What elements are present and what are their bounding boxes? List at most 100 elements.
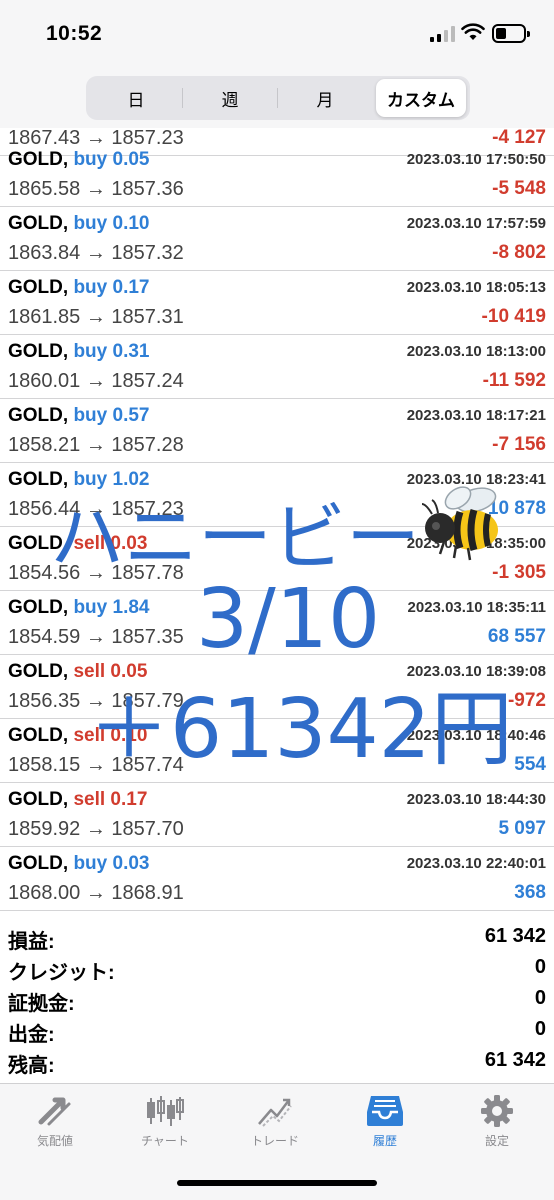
tab-history[interactable]: 履歴	[330, 1090, 440, 1160]
summary-deposit-row: 証拠金: 0	[0, 983, 554, 1015]
signal-icon	[430, 26, 456, 42]
trade-prices: 1856.44 → 1857.23	[8, 498, 184, 520]
trade-time: 2023.03.10 18:23:41	[406, 471, 546, 488]
trade-time: 2023.03.10 18:17:21	[406, 407, 546, 424]
trade-symbol: GOLD, buy 0.31	[8, 341, 150, 363]
trade-line-icon	[258, 1098, 292, 1127]
trade-prices: 1865.58 → 1857.36	[8, 178, 184, 200]
account-summary: 損益: 61 342 クレジット: 0 証拠金: 0 出金: 0 残高: 61 …	[0, 913, 554, 1083]
wifi-icon	[461, 23, 485, 40]
trade-side-volume: buy 1.02	[73, 469, 150, 490]
trade-symbol: GOLD, sell 0.05	[8, 661, 147, 683]
table-row[interactable]: GOLD, sell 0.17 2023.03.10 18:44:30 1859.9…	[0, 783, 554, 847]
trade-symbol-name: GOLD,	[8, 789, 69, 810]
trade-symbol: GOLD, sell 0.10	[8, 725, 147, 747]
trade-symbol: GOLD, buy 0.17	[8, 277, 150, 299]
trade-prices: 1856.35 → 1857.79	[8, 690, 184, 712]
trade-side-volume: buy 0.17	[73, 277, 150, 298]
summary-label: 残高:	[8, 1055, 55, 1077]
table-row[interactable]: GOLD, buy 1.84 2023.03.10 18:35:11 1854.59…	[0, 591, 554, 655]
tab-label: 履歴	[372, 1134, 397, 1148]
trade-history-list: 1867.43 → 1857.23 -4 127 GOLD, buy 0.05 2…	[0, 128, 554, 913]
trade-side-volume: buy 1.84	[73, 597, 150, 618]
trade-profit: 554	[514, 754, 546, 775]
trade-prices: 1861.85 → 1857.31	[8, 306, 184, 328]
gear-icon	[481, 1095, 513, 1127]
status-time: 10:52	[46, 22, 103, 45]
candlestick-icon	[147, 1096, 184, 1126]
table-row[interactable]: GOLD, sell 0.03 2023.03.10 18:35:00 1854.5…	[0, 527, 554, 591]
trade-symbol: GOLD, sell 0.17	[8, 789, 147, 811]
summary-value: 0	[534, 987, 546, 1009]
trade-side-volume: sell 0.03	[73, 533, 148, 554]
trade-profit: 10 878	[487, 498, 546, 519]
tab-trade[interactable]: トレード	[220, 1090, 330, 1160]
trade-time: 2023.03.10 18:35:11	[407, 599, 546, 616]
trade-profit: 5 097	[498, 818, 546, 839]
trade-symbol-name: GOLD,	[8, 533, 69, 554]
trade-time: 2023.03.10 18:35:00	[406, 535, 546, 552]
trade-symbol: GOLD, buy 0.05	[8, 149, 150, 171]
trade-symbol-name: GOLD,	[8, 405, 69, 426]
tab-label: チャート	[141, 1134, 189, 1148]
trade-time: 2023.03.10 18:40:46	[406, 727, 546, 744]
table-row[interactable]: GOLD, buy 0.05 2023.03.10 17:50:50 1865.58…	[0, 143, 554, 207]
trade-time: 2023.03.10 17:50:50	[406, 151, 546, 168]
table-row[interactable]: GOLD, buy 0.03 2023.03.10 22:40:01 1868.00…	[0, 847, 554, 911]
trade-symbol-name: GOLD,	[8, 149, 69, 170]
trade-symbol: GOLD, buy 0.03	[8, 853, 150, 875]
table-row[interactable]: GOLD, buy 1.02 2023.03.10 18:23:41 1856.44…	[0, 463, 554, 527]
summary-label: 出金:	[8, 1024, 55, 1046]
summary-label: 損益:	[8, 931, 55, 953]
table-row[interactable]: GOLD, buy 0.10 2023.03.10 17:57:59 1863.84…	[0, 207, 554, 271]
trade-side-volume: buy 0.10	[73, 213, 150, 234]
tab-label: 設定	[484, 1134, 509, 1148]
trade-symbol-name: GOLD,	[8, 661, 69, 682]
trade-symbol: GOLD, buy 1.02	[8, 469, 150, 491]
history-header: 日 週 月 カスタム	[0, 72, 554, 128]
trade-profit: -972	[507, 690, 546, 711]
trade-prices: 1859.92 → 1857.70	[8, 818, 184, 840]
period-tab-month[interactable]: 月	[278, 79, 372, 117]
tab-settings[interactable]: 設定	[442, 1090, 552, 1160]
trade-symbol-name: GOLD,	[8, 725, 69, 746]
home-indicator	[177, 1180, 377, 1186]
trade-symbol-name: GOLD,	[8, 277, 69, 298]
tab-quotes[interactable]: 気配値	[0, 1090, 110, 1160]
tab-chart[interactable]: チャート	[110, 1090, 220, 1160]
period-tab-week[interactable]: 週	[183, 79, 277, 117]
summary-label: 証拠金:	[8, 993, 75, 1015]
period-tab-custom[interactable]: カスタム	[376, 79, 466, 117]
trade-time: 2023.03.10 17:57:59	[406, 215, 546, 232]
trade-symbol: GOLD, buy 0.57	[8, 405, 150, 427]
trade-time: 2023.03.10 18:39:08	[406, 663, 546, 680]
summary-value: 0	[534, 1018, 546, 1040]
trade-side-volume: buy 0.03	[73, 853, 150, 874]
summary-value: 61 342	[484, 925, 546, 947]
period-segmented-control: 日 週 月 カスタム	[86, 76, 470, 120]
table-row[interactable]: GOLD, sell 0.10 2023.03.10 18:40:46 1858.1…	[0, 719, 554, 783]
trade-time: 2023.03.10 18:13:00	[406, 343, 546, 360]
trade-symbol-name: GOLD,	[8, 853, 69, 874]
trade-profit: -11 592	[482, 370, 546, 391]
table-row[interactable]: GOLD, buy 0.31 2023.03.10 18:13:00 1860.01…	[0, 335, 554, 399]
trade-prices: 1860.01 → 1857.24	[8, 370, 184, 392]
trade-side-volume: sell 0.05	[73, 661, 148, 682]
summary-profit-row: 損益: 61 342	[0, 921, 554, 953]
quotes-arrows-icon	[38, 1097, 71, 1126]
trade-side-volume: buy 0.05	[73, 149, 150, 170]
table-row[interactable]: GOLD, buy 0.57 2023.03.10 18:17:21 1858.21…	[0, 399, 554, 463]
summary-balance-row: 残高: 61 342	[0, 1045, 554, 1077]
trade-profit: -10 419	[481, 306, 546, 327]
tab-label: トレード	[250, 1134, 299, 1148]
trade-symbol-name: GOLD,	[8, 213, 69, 234]
summary-value: 61 342	[484, 1049, 546, 1071]
history-inbox-icon	[367, 1096, 403, 1126]
trade-symbol-name: GOLD,	[8, 597, 69, 618]
table-row[interactable]: GOLD, sell 0.05 2023.03.10 18:39:08 1856.3…	[0, 655, 554, 719]
trade-prices: 1863.84 → 1857.32	[8, 242, 184, 264]
summary-value: 0	[534, 956, 546, 978]
table-row[interactable]: GOLD, buy 0.17 2023.03.10 18:05:13 1861.85…	[0, 271, 554, 335]
trade-side-volume: sell 0.10	[73, 725, 148, 746]
period-tab-day[interactable]: 日	[90, 79, 182, 117]
